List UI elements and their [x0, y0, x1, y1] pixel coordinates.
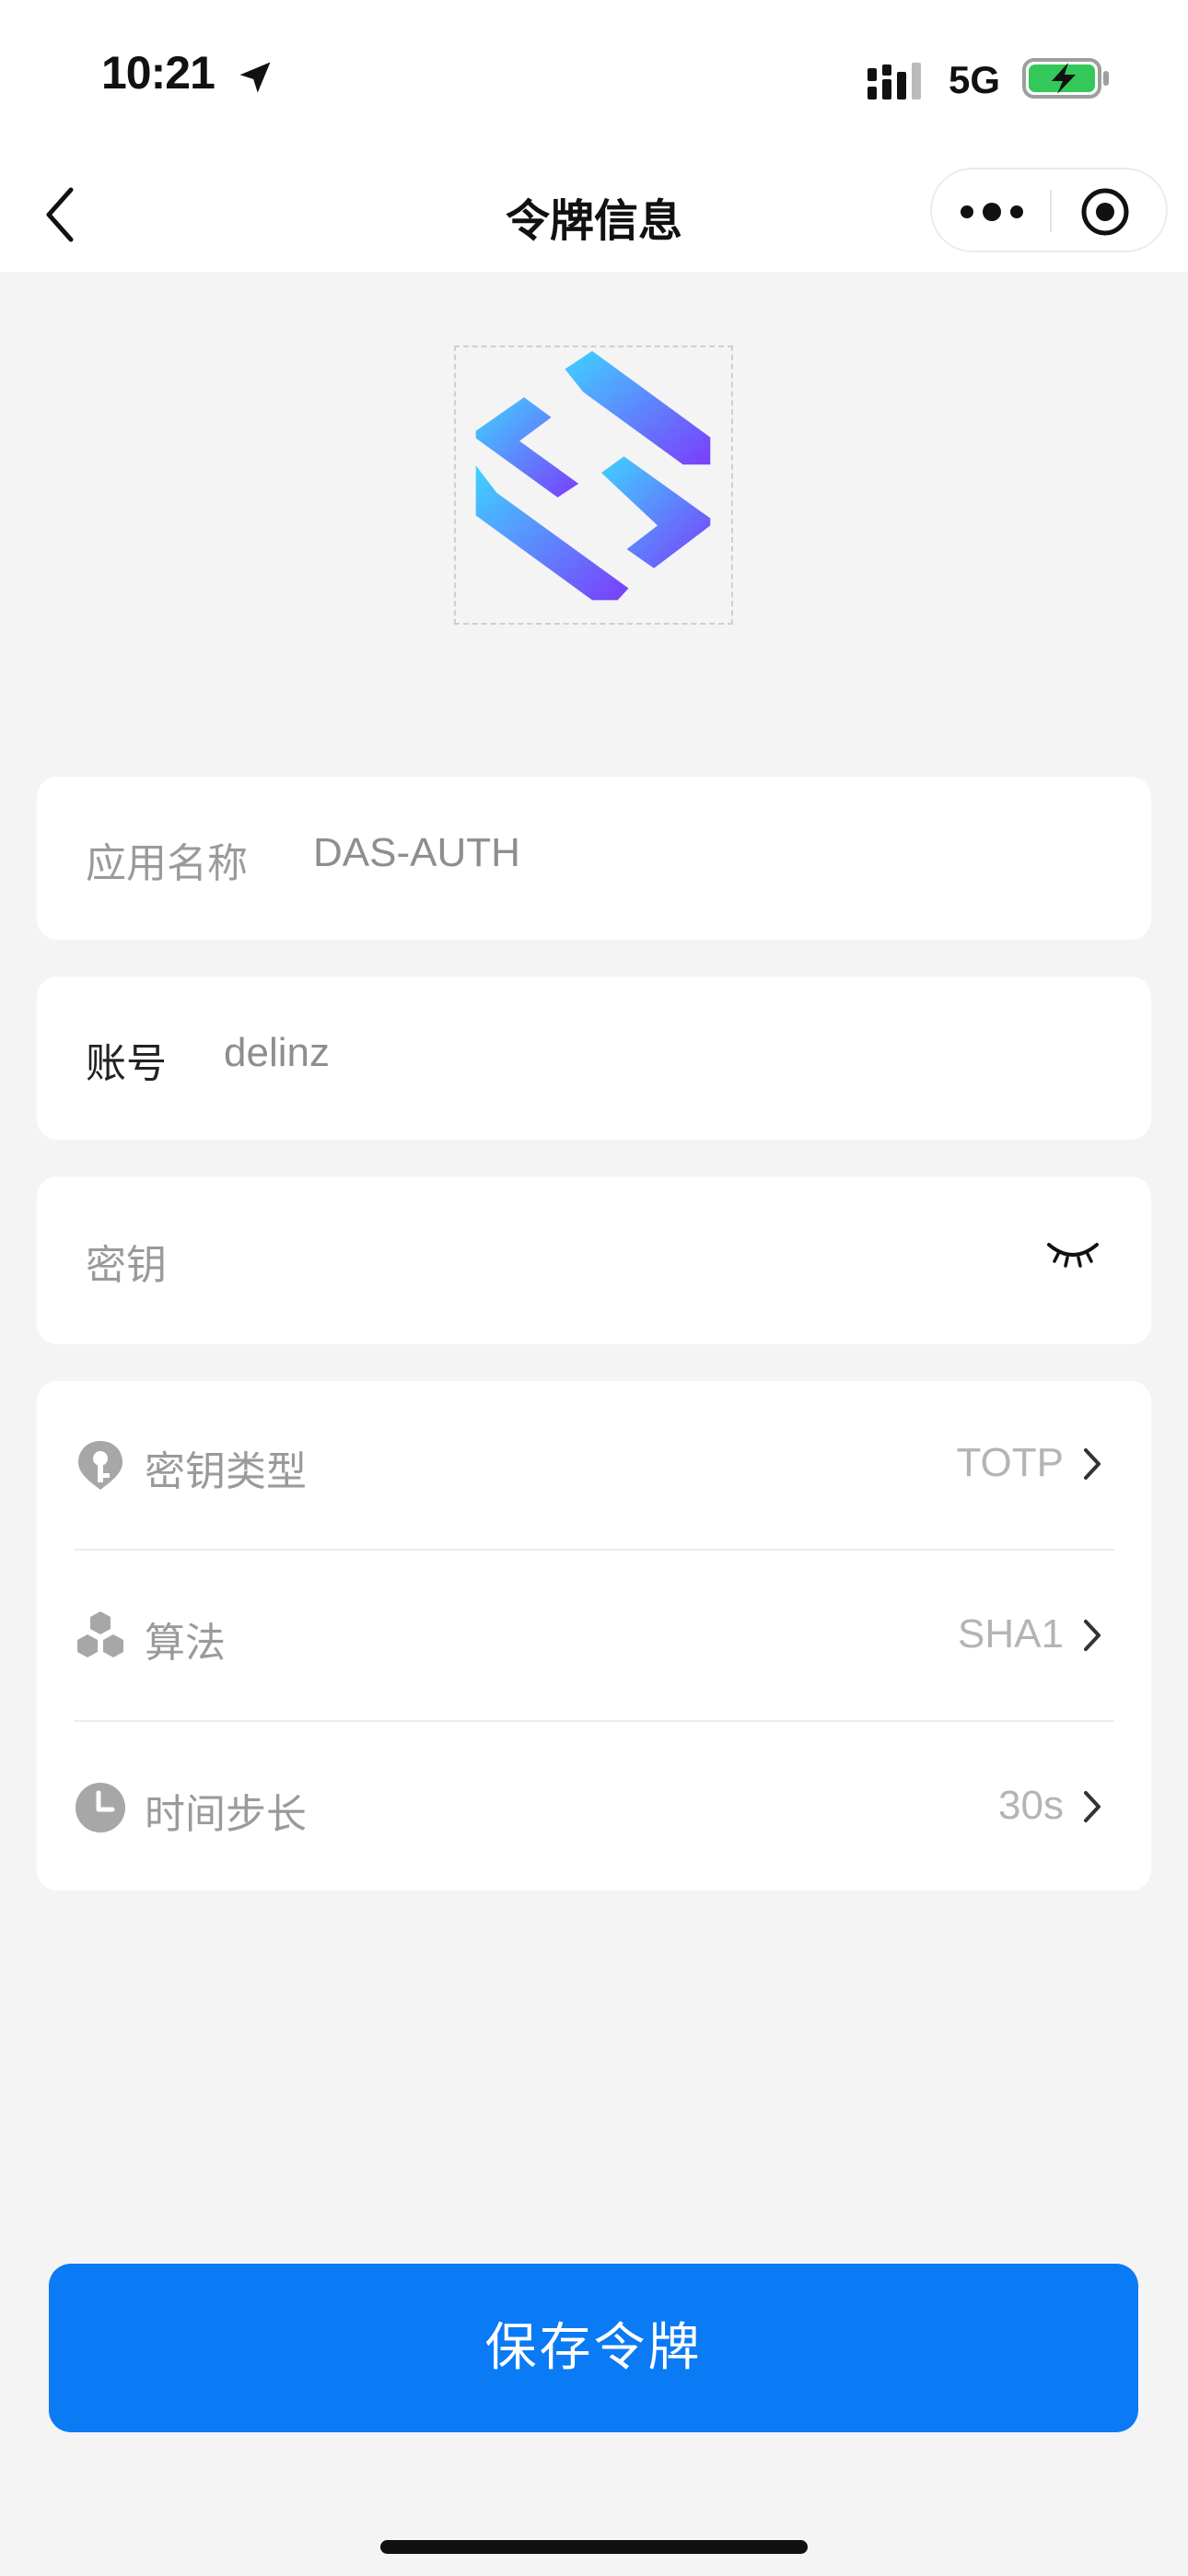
- key-pin-icon: [78, 1441, 122, 1490]
- account-input[interactable]: delinz: [224, 1030, 330, 1076]
- app-logo[interactable]: [454, 345, 733, 625]
- account-label: 账号: [86, 1040, 167, 1087]
- target-icon[interactable]: [1079, 186, 1131, 238]
- mini-program-capsule: [930, 168, 1168, 252]
- chevron-right-icon: [1084, 1791, 1101, 1822]
- setting-row-key-type[interactable]: 密钥类型 TOTP: [37, 1381, 1151, 1553]
- network-type: 5G: [949, 58, 1001, 101]
- token-settings-card: 密钥类型 TOTP 算法 SHA1 时间步长 30s: [37, 1381, 1151, 1891]
- app-name-field[interactable]: 应用名称 DAS-AUTH: [37, 777, 1151, 940]
- setting-value: SHA1: [958, 1611, 1064, 1657]
- battery-charging-icon: [1022, 58, 1109, 99]
- clock-icon: [76, 1783, 125, 1832]
- hexagons-icon: [77, 1611, 123, 1657]
- more-dots-icon[interactable]: [958, 193, 1026, 230]
- app-name-input[interactable]: DAS-AUTH: [313, 830, 520, 876]
- setting-value: 30s: [998, 1783, 1064, 1828]
- app-name-label: 应用名称: [86, 840, 248, 887]
- status-bar: 10:21 5G: [0, 0, 1188, 157]
- setting-value: TOTP: [956, 1440, 1064, 1485]
- signal-icon: [868, 63, 921, 100]
- logo-icon: [475, 350, 711, 601]
- secret-field[interactable]: 密钥: [37, 1177, 1151, 1344]
- setting-row-time-step[interactable]: 时间步长 30s: [37, 1724, 1151, 1896]
- setting-label: 密钥类型: [145, 1448, 307, 1495]
- setting-label: 算法: [145, 1620, 226, 1667]
- location-arrow-icon: [239, 62, 271, 93]
- row-divider: [74, 1720, 1114, 1722]
- secret-input-placeholder[interactable]: 密钥: [86, 1232, 167, 1291]
- row-divider: [74, 1549, 1114, 1551]
- account-field[interactable]: 账号 delinz: [37, 977, 1151, 1140]
- setting-label: 时间步长: [145, 1791, 307, 1838]
- capsule-divider: [1050, 190, 1052, 232]
- navigation-bar: 令牌信息: [0, 157, 1188, 272]
- eye-closed-icon[interactable]: [1045, 1237, 1101, 1269]
- status-time: 10:21: [101, 47, 215, 99]
- chevron-right-icon: [1084, 1620, 1101, 1651]
- setting-row-algorithm[interactable]: 算法 SHA1: [37, 1552, 1151, 1725]
- chevron-right-icon: [1084, 1448, 1101, 1480]
- save-token-button[interactable]: 保存令牌: [49, 2264, 1138, 2432]
- home-indicator[interactable]: [380, 2540, 808, 2554]
